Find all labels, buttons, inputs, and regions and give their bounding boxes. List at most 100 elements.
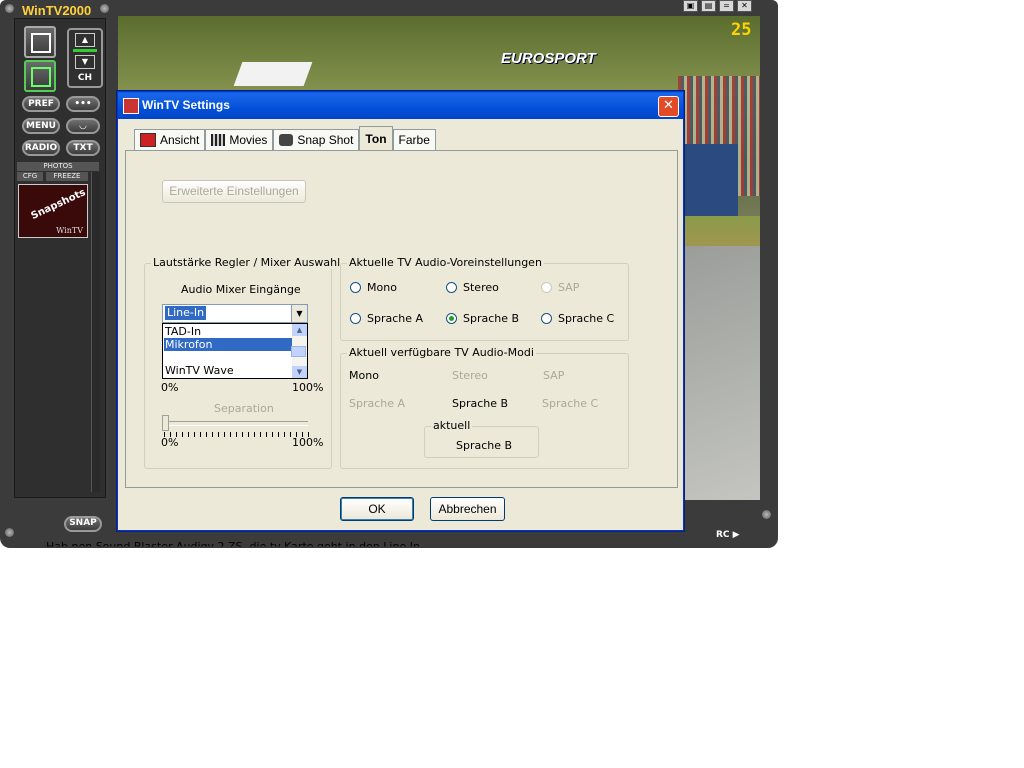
chevron-down-icon[interactable]: ▼ [291, 305, 307, 322]
freeze-button[interactable]: FREEZE [46, 172, 88, 181]
tab-label: Movies [229, 133, 268, 147]
window-controls: ▣ ▤ = ✕ [683, 0, 752, 12]
scroll-thumb[interactable] [291, 346, 306, 357]
radio-button[interactable]: RADIO [22, 140, 60, 156]
wave-button[interactable]: ◡ [66, 118, 100, 134]
mixer-dropdown-list[interactable]: TAD-In Mikrofon WinTV Wave ▲ ▼ [162, 323, 308, 379]
tab-snap-shot[interactable]: Snap Shot [273, 129, 360, 150]
restore-button[interactable]: ▣ [683, 0, 698, 12]
preset-radio-mono[interactable]: Mono [350, 281, 397, 294]
ok-button[interactable]: OK [340, 497, 414, 521]
separation-max-label: 100% [292, 436, 324, 449]
separation-ticks [164, 432, 312, 437]
fullscreen-button[interactable]: ▤ [701, 0, 716, 12]
radio-indicator [541, 282, 552, 293]
dropdown-option[interactable]: TAD-In [164, 325, 292, 338]
settings-dialog: WinTV Settings ✕ Ansicht Movies Snap Sho… [117, 91, 684, 531]
close-button[interactable]: ✕ [737, 0, 752, 12]
minimize-button[interactable]: = [719, 0, 734, 12]
tab-bar: Ansicht Movies Snap Shot Ton Farbe [134, 126, 436, 151]
radio-label: Sprache B [463, 312, 520, 325]
mixer-label: Audio Mixer Eingänge [181, 283, 301, 296]
preset-radio-sprache-b[interactable]: Sprache B [446, 312, 519, 325]
current-mode-value: Sprache B [456, 439, 513, 452]
radio-indicator [350, 282, 361, 293]
channel-down-button[interactable]: ▼ [75, 55, 95, 69]
tab-label: Snap Shot [297, 133, 354, 147]
group-legend: aktuell [431, 419, 473, 432]
app-icon [123, 98, 139, 114]
tab-label: Ton [365, 132, 387, 146]
dialog-close-button[interactable]: ✕ [658, 96, 679, 117]
screw-icon [762, 510, 771, 519]
volume-max-label: 100% [292, 381, 324, 394]
thumbnail-text: Snapshots [29, 187, 88, 222]
tab-label: Farbe [398, 133, 430, 147]
snap-button[interactable]: SNAP [64, 516, 102, 532]
video-road [678, 246, 760, 500]
txt-button[interactable]: TXT [66, 140, 100, 156]
channel-up-button[interactable]: ▲ [75, 33, 95, 47]
scroll-up-icon[interactable]: ▲ [292, 324, 307, 336]
volume-min-label: 0% [161, 381, 179, 394]
video-trees [118, 16, 760, 96]
group-legend: Lautstärke Regler / Mixer Auswahl [151, 256, 343, 269]
tab-movies[interactable]: Movies [205, 129, 274, 150]
radio-indicator [350, 313, 361, 324]
dropdown-option[interactable]: WinTV Wave [164, 364, 292, 377]
copy-button[interactable] [24, 26, 56, 58]
tab-ton[interactable]: Ton [359, 126, 393, 151]
separation-label: Separation [214, 402, 274, 415]
advanced-settings-button[interactable]: Erweiterte Einstellungen [162, 180, 306, 203]
app-title: WinTV2000 [22, 3, 92, 18]
tab-label: Ansicht [160, 133, 200, 147]
channel-indicator [73, 49, 97, 52]
preset-radio-stereo[interactable]: Stereo [446, 281, 499, 294]
group-legend: Aktuell verfügbare TV Audio-Modi [347, 346, 536, 359]
separation-slider-track[interactable] [164, 421, 308, 426]
audio-mode-sprache-a: Sprache A [349, 397, 406, 410]
film-icon [211, 134, 226, 146]
video-tent [233, 62, 313, 86]
dropdown-scrollbar[interactable]: ▲ ▼ [291, 324, 307, 378]
dropdown-option-selected[interactable]: Mikrofon [164, 338, 292, 351]
separation-min-label: 0% [161, 436, 179, 449]
preset-radio-sprache-a[interactable]: Sprache A [350, 312, 423, 325]
photos-scrollbar[interactable] [91, 172, 100, 492]
screw-icon [100, 4, 109, 13]
cancel-button[interactable]: Abbrechen [430, 497, 505, 521]
rc-label: RC [716, 530, 730, 540]
pref-button[interactable]: PREF [22, 96, 60, 112]
separation-slider-thumb[interactable] [162, 415, 169, 431]
audio-mode-sap: SAP [543, 369, 565, 382]
preset-radio-sap[interactable]: SAP [541, 281, 579, 294]
menu-button[interactable]: MENU [22, 118, 60, 134]
radio-label: Sprache C [558, 312, 615, 325]
radio-indicator [446, 313, 457, 324]
channel-control: ▲ ▼ CH [67, 28, 103, 88]
radio-indicator [446, 282, 457, 293]
preset-radio-sprache-c[interactable]: Sprache C [541, 312, 614, 325]
mixer-input-select[interactable]: Line-In ▼ [162, 304, 308, 323]
pip-icon [31, 67, 51, 87]
tab-panel-ton: Erweiterte Einstellungen Lautstärke Regl… [125, 150, 678, 488]
dots-button[interactable]: ••• [66, 96, 100, 112]
cfg-button[interactable]: CFG [17, 172, 43, 181]
snapshot-thumbnail[interactable]: Snapshots WinTV [18, 184, 88, 238]
scroll-down-icon[interactable]: ▼ [292, 366, 307, 378]
pip-button[interactable] [24, 60, 56, 92]
audio-mode-mono: Mono [349, 369, 379, 382]
channel-label: CH [77, 73, 93, 83]
screw-icon [5, 4, 14, 13]
tab-ansicht[interactable]: Ansicht [134, 129, 206, 150]
radio-indicator [541, 313, 552, 324]
rc-button[interactable]: RC ▶ [716, 530, 740, 540]
audio-mode-stereo: Stereo [452, 369, 488, 382]
tab-farbe[interactable]: Farbe [392, 129, 436, 150]
channel-number: 25 [731, 20, 752, 40]
audio-mode-sprache-c: Sprache C [542, 397, 599, 410]
radio-label: Mono [367, 281, 397, 294]
dropdown-option[interactable] [164, 351, 292, 364]
camera-icon [279, 134, 294, 146]
dialog-titlebar: WinTV Settings ✕ [118, 92, 683, 119]
